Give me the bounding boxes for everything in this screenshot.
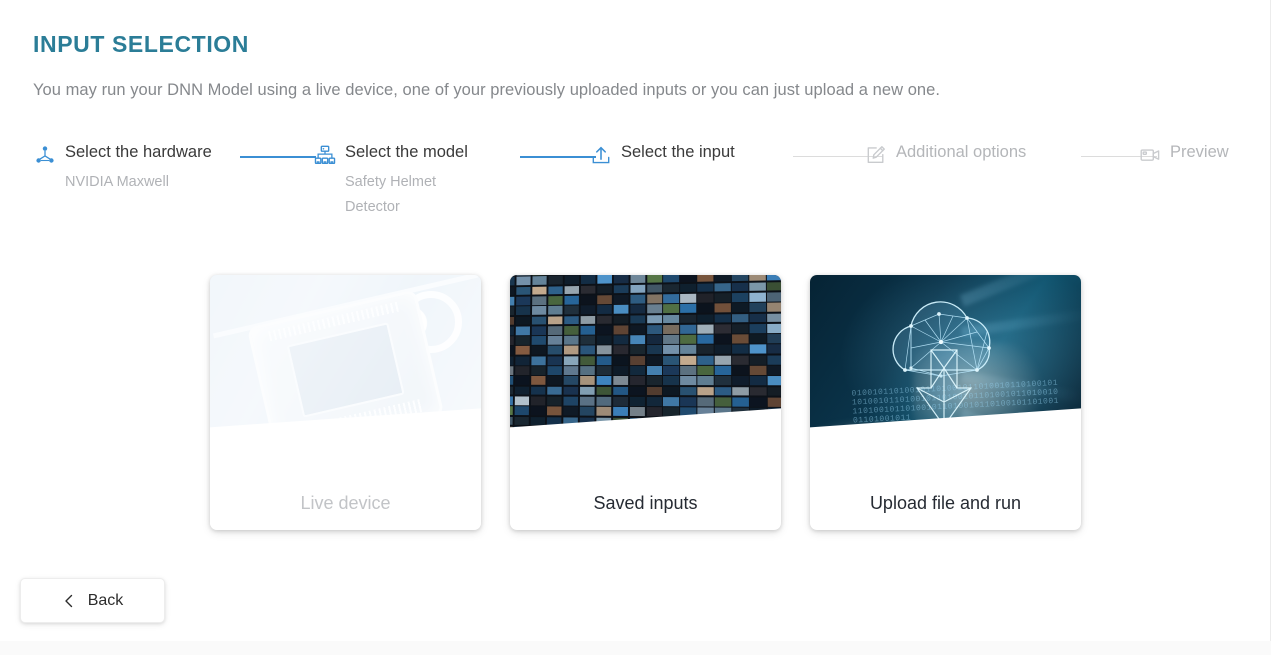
stepper-step-label: Select the model: [345, 143, 468, 161]
page-subtitle: You may run your DNN Model using a live …: [33, 81, 941, 99]
card-live-device-label: Live device: [300, 492, 391, 513]
stepper-step-value: Safety Helmet Detector: [345, 174, 437, 215]
stepper-step-select-input[interactable]: Select the input: [589, 142, 735, 170]
back-button[interactable]: Back: [20, 578, 165, 623]
wizard-stepper: Select the hardware NVIDIA Maxwell Selec…: [33, 142, 1243, 232]
chevron-left-icon: [62, 593, 76, 609]
stepper-step-label: Select the hardware: [65, 143, 212, 161]
stepper-step-label: Select the input: [621, 143, 735, 161]
video-camera-icon: [1138, 143, 1162, 167]
sitemap-icon: [313, 143, 337, 167]
card-saved-inputs[interactable]: Saved inputs: [510, 275, 781, 530]
card-upload-media: 0100101101001011010010110100101101001011…: [810, 275, 1081, 476]
stepper-step-select-hardware[interactable]: Select the hardware NVIDIA Maxwell: [33, 142, 212, 195]
back-button-label: Back: [87, 591, 124, 609]
stepper-step-additional-options[interactable]: Additional options: [864, 142, 1026, 170]
input-option-cards: Live device Saved inputs 010010110100101…: [210, 275, 1081, 530]
card-live-device[interactable]: Live device: [210, 275, 481, 530]
input-selection-page: INPUT SELECTION You may run your DNN Mod…: [0, 0, 1271, 655]
footer-strip: [0, 641, 1271, 655]
card-saved-inputs-media: [510, 275, 781, 476]
page-title: INPUT SELECTION: [33, 31, 250, 57]
hardware-node-icon: [33, 143, 57, 167]
stepper-step-label: Additional options: [896, 143, 1027, 161]
card-upload-label: Upload file and run: [869, 492, 1022, 513]
edit-pencil-icon: [864, 143, 888, 167]
stepper-step-preview[interactable]: Preview: [1138, 142, 1229, 170]
card-live-device-media: [210, 275, 481, 476]
stepper-connector-2: [520, 156, 596, 158]
stepper-step-select-model[interactable]: Select the model Safety Helmet Detector: [313, 142, 468, 220]
stepper-connector-1: [240, 156, 316, 158]
stepper-step-label: Preview: [1170, 143, 1229, 161]
upload-icon: [589, 143, 613, 167]
stepper-step-value: NVIDIA Maxwell: [65, 174, 169, 190]
card-saved-inputs-label: Saved inputs: [593, 492, 698, 513]
card-upload-file-and-run[interactable]: 0100101101001011010010110100101101001011…: [810, 275, 1081, 530]
